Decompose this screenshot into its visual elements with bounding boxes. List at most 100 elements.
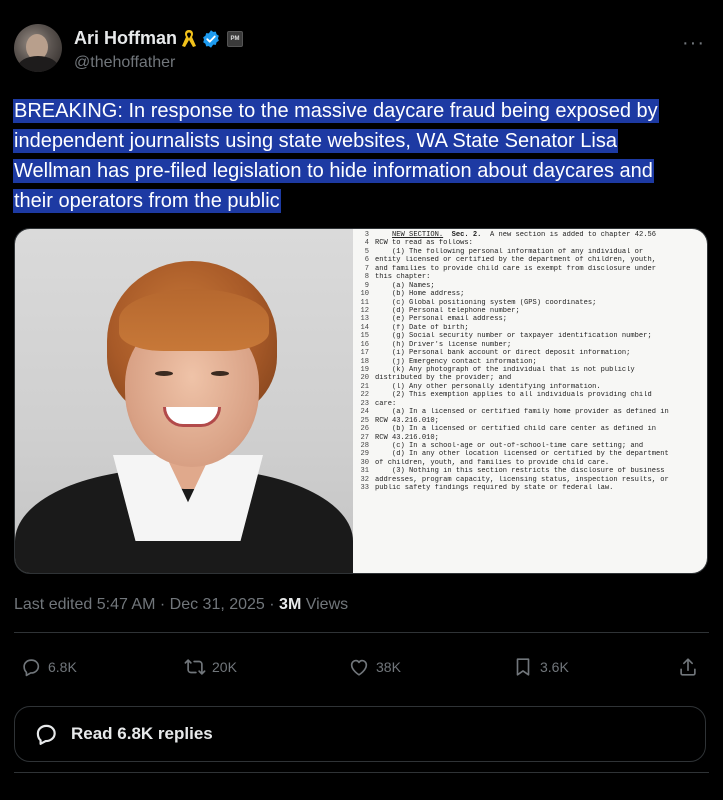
heart-icon <box>350 659 368 676</box>
document-line-number: 31 <box>360 467 369 476</box>
read-replies-button[interactable]: Read 6.8K replies <box>14 706 706 762</box>
document-line-text: (c) Global positioning system (GPS) coor… <box>375 298 597 307</box>
affiliation-badge-icon[interactable]: PM <box>227 30 243 47</box>
document-line-number: 9 <box>364 281 369 290</box>
document-line-text: this chapter: <box>375 273 431 282</box>
document-line-text: RCW 43.216.010; <box>375 433 439 442</box>
document-line-text: (b) Home address; <box>375 290 465 299</box>
tweet-text-line: independent journalists using state webs… <box>13 129 618 153</box>
document-line-number: 10 <box>360 290 369 299</box>
portrait-photo[interactable] <box>15 229 353 573</box>
action-bar: 6.8K 20K 38K 3.6K <box>14 650 709 684</box>
document-line-text: distributed by the provider; and <box>375 374 512 383</box>
document-line: 26 (b) In a licensed or certified child … <box>353 425 707 433</box>
document-line: 17 (i) Personal bank account or direct d… <box>353 349 707 358</box>
tweet-media[interactable]: 3 NEW SECTION. Sec. 2. A new section is … <box>14 228 708 574</box>
tweet-header: Ari Hoffman PM @thehoffather ··· <box>14 22 709 78</box>
document-line-text: (2) This exemption applies to all indivi… <box>375 391 652 400</box>
document-line-text: public safety findings required by state… <box>375 484 614 493</box>
document-line-text: (a) Names; <box>375 281 435 290</box>
document-line: 28 (c) In a school-age or out-of-school-… <box>353 441 707 450</box>
divider <box>14 772 709 773</box>
document-line: 9 (a) Names; <box>353 281 707 290</box>
edited-timestamp[interactable]: Last edited 5:47 AM · Dec 31, 2025 · <box>14 596 279 613</box>
tweet-text-line: their operators from the public <box>13 189 281 213</box>
repost-icon <box>184 659 206 675</box>
share-button[interactable] <box>677 650 699 684</box>
read-replies-label: Read 6.8K replies <box>71 724 213 743</box>
document-line-number: 16 <box>360 340 369 349</box>
document-line: 32 addresses, program capacity, licensing… <box>353 475 707 484</box>
document-line-number: 33 <box>360 484 369 493</box>
reply-icon <box>36 724 56 745</box>
document-line: 25 RCW 43.216.010; <box>353 416 707 425</box>
document-line-text: (c) In a school-age or out-of-school-tim… <box>375 441 644 450</box>
document-line: 14 (f) Date of birth; <box>353 323 707 332</box>
document-line-text: (f) Date of birth; <box>375 323 469 332</box>
document-line-text: (3) Nothing in this section restricts th… <box>375 467 665 476</box>
document-line-number: 8 <box>364 273 369 282</box>
document-line-text: addresses, program capacity, licensing s… <box>375 475 669 484</box>
document-line: 27 RCW 43.216.010; <box>353 433 707 442</box>
document-line-text: (h) Driver's license number; <box>375 340 512 349</box>
like-count: 38K <box>376 659 401 675</box>
document-line-text: RCW to read as follows: <box>375 239 473 248</box>
document-line-number: 22 <box>360 391 369 400</box>
document-line-number: 19 <box>360 366 369 374</box>
document-line-number: 24 <box>360 408 369 417</box>
document-line-number: 6 <box>364 256 369 265</box>
legislation-document-image[interactable]: 3 NEW SECTION. Sec. 2. A new section is … <box>353 229 707 573</box>
document-line-text: (e) Personal email address; <box>375 315 507 324</box>
tweet-text-line: BREAKING: In response to the massive day… <box>13 99 659 123</box>
divider <box>14 632 709 633</box>
tweet-text-line: Wellman has pre-filed legislation to hid… <box>13 159 654 183</box>
document-line-number: 17 <box>360 349 369 358</box>
document-line-number: 20 <box>360 374 369 383</box>
document-line-number: 25 <box>360 416 369 425</box>
author-handle[interactable]: @thehoffather <box>74 54 175 72</box>
document-line-number: 32 <box>360 475 369 484</box>
tweet-meta: Last edited 5:47 AM · Dec 31, 2025 · 3M … <box>14 596 348 614</box>
document-line-number: 14 <box>360 323 369 332</box>
document-line-text: (k) Any photograph of the individual tha… <box>375 366 635 374</box>
more-options-icon[interactable]: ··· <box>682 32 705 55</box>
bookmark-button[interactable]: 3.6K <box>512 650 569 684</box>
document-line: 13 (e) Personal email address; <box>353 315 707 324</box>
document-line-text: care: <box>375 399 397 408</box>
bookmark-count: 3.6K <box>540 659 569 675</box>
verified-badge-icon <box>203 29 219 48</box>
document-line-text: RCW 43.216.010; <box>375 416 439 425</box>
document-line: 6 entity licensed or certified by the dep… <box>353 256 707 265</box>
document-line-text: and families to provide child care is ex… <box>375 264 656 273</box>
yellow-ribbon-icon <box>182 29 196 47</box>
bookmark-icon <box>516 658 530 676</box>
document-line: 3 NEW SECTION. Sec. 2. A new section is … <box>353 231 707 239</box>
document-line-number: 15 <box>360 332 369 341</box>
repost-count: 20K <box>212 659 237 675</box>
document-line-number: 27 <box>360 433 369 442</box>
reply-icon <box>23 659 40 677</box>
reply-button[interactable]: 6.8K <box>20 650 77 684</box>
avatar[interactable] <box>14 24 62 72</box>
document-line-text: (a) In a licensed or certified family ho… <box>375 408 669 417</box>
document-line-number: 3 <box>364 231 369 239</box>
document-line: 31 (3) Nothing in this section restricts… <box>353 467 707 476</box>
document-line-number: 11 <box>360 298 369 307</box>
document-line-text: (j) Emergency contact information; <box>375 357 537 366</box>
like-button[interactable]: 38K <box>348 650 401 684</box>
tweet-text: BREAKING: In response to the massive day… <box>13 96 713 216</box>
document-line-text: (d) Personal telephone number; <box>375 306 520 315</box>
document-line: 12 (d) Personal telephone number; <box>353 306 707 315</box>
share-icon <box>680 658 696 676</box>
document-line-text: (l) Any other personally identifying inf… <box>375 382 601 391</box>
document-line: 20 distributed by the provider; and <box>353 374 707 383</box>
document-line: 18 (j) Emergency contact information; <box>353 357 707 366</box>
document-line-number: 12 <box>360 306 369 315</box>
author-name[interactable]: Ari Hoffman <box>74 28 177 49</box>
document-line: 22 (2) This exemption applies to all ind… <box>353 391 707 400</box>
document-line: 19 (k) Any photograph of the individual … <box>353 366 707 374</box>
document-line-number: 4 <box>364 239 369 248</box>
repost-button[interactable]: 20K <box>184 650 237 684</box>
document-line: 4 RCW to read as follows: <box>353 239 707 248</box>
document-line: 5 (1) The following personal information… <box>353 248 707 256</box>
